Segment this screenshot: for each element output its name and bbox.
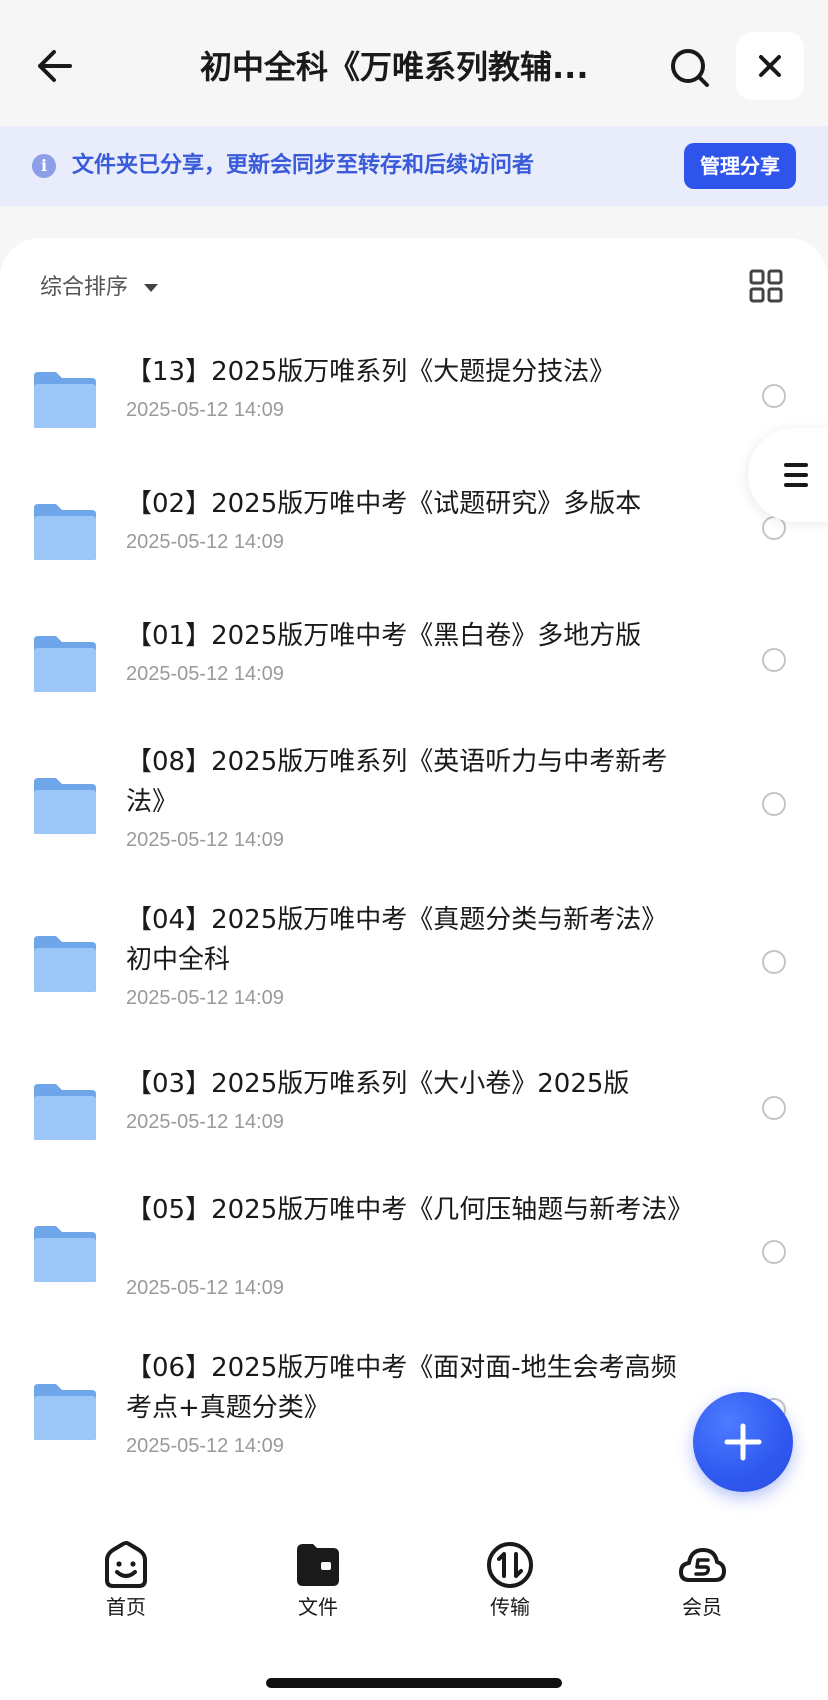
sort-label: 综合排序 — [40, 275, 129, 300]
list-item[interactable]: 【02】2025版万唯中考《试题研究》多版本 2025-05-12 14:09 — [0, 460, 828, 592]
folder-icon — [34, 504, 96, 560]
info-icon: i — [32, 154, 56, 178]
home-smile-icon — [105, 1541, 147, 1588]
list-item[interactable]: 【03】2025版万唯系列《大小卷》2025版 2025-05-12 14:09 — [0, 1040, 828, 1172]
folder-icon — [34, 1226, 96, 1282]
folder-icon — [297, 1544, 339, 1586]
tab-home[interactable]: 首页 — [66, 1540, 186, 1630]
back-button[interactable] — [28, 40, 80, 92]
file-name: 【08】2025版万唯系列《英语听力与中考新考法》 — [126, 747, 668, 817]
page-title: 初中全科《万唯系列教辅... — [200, 48, 589, 86]
folder-icon — [34, 778, 96, 834]
tab-transfer[interactable]: 传输 — [450, 1540, 570, 1630]
select-radio[interactable] — [762, 792, 786, 816]
file-date: 2025-05-12 14:09 — [126, 829, 284, 851]
folder-icon — [34, 1384, 96, 1440]
arrow-left-icon — [38, 50, 72, 82]
list-item[interactable]: 【08】2025版万唯系列《英语听力与中考新考法》 2025-05-12 14:… — [0, 724, 828, 882]
bottom-tab-bar: 首页 文件 传输 会员 — [0, 1528, 828, 1700]
tab-label: 传输 — [490, 1595, 530, 1619]
folder-icon — [34, 636, 96, 692]
file-name: 【02】2025版万唯中考《试题研究》多版本 — [126, 489, 642, 519]
tab-vip[interactable]: 会员 — [642, 1540, 762, 1630]
file-date: 2025-05-12 14:09 — [126, 663, 284, 685]
select-radio[interactable] — [762, 648, 786, 672]
file-name: 【13】2025版万唯系列《大题提分技法》 — [126, 357, 616, 387]
select-radio[interactable] — [762, 384, 786, 408]
tab-files[interactable]: 文件 — [258, 1540, 378, 1630]
search-button[interactable] — [664, 42, 716, 94]
list-item[interactable]: 【13】2025版万唯系列《大题提分技法》 2025-05-12 14:09 — [0, 328, 828, 460]
file-date: 2025-05-12 14:09 — [126, 399, 284, 421]
list-item[interactable]: 【04】2025版万唯中考《真题分类与新考法》初中全科 2025-05-12 1… — [0, 882, 828, 1040]
file-date: 2025-05-12 14:09 — [126, 1435, 284, 1457]
top-bar: 初中全科《万唯系列教辅... — [0, 0, 828, 126]
share-notice-text: 文件夹已分享，更新会同步至转存和后续访问者 — [72, 153, 535, 178]
file-date: 2025-05-12 14:09 — [126, 987, 284, 1009]
file-date: 2025-05-12 14:09 — [126, 1111, 284, 1133]
select-radio[interactable] — [762, 950, 786, 974]
home-indicator — [266, 1678, 562, 1688]
file-name: 【03】2025版万唯系列《大小卷》2025版 — [126, 1069, 630, 1099]
menu-icon — [784, 463, 808, 487]
folder-icon — [34, 1084, 96, 1140]
list-item[interactable]: 【01】2025版万唯中考《黑白卷》多地方版 2025-05-12 14:09 — [0, 592, 828, 724]
close-button[interactable] — [736, 32, 804, 100]
sort-dropdown[interactable]: 综合排序 — [40, 268, 159, 308]
add-button[interactable] — [693, 1392, 793, 1492]
close-icon — [759, 55, 781, 77]
search-icon — [671, 49, 709, 87]
tab-label: 首页 — [106, 1595, 146, 1619]
folder-icon — [34, 936, 96, 992]
file-name: 【05】2025版万唯中考《几何压轴题与新考法》 — [126, 1195, 694, 1225]
file-name: 【01】2025版万唯中考《黑白卷》多地方版 — [126, 621, 642, 651]
select-radio[interactable] — [762, 1096, 786, 1120]
tab-label: 文件 — [298, 1595, 338, 1619]
manage-share-button[interactable]: 管理分享 — [684, 143, 796, 189]
vip-cloud-icon — [679, 1548, 726, 1582]
file-name: 【06】2025版万唯中考《面对面-地生会考高频考点+真题分类》 — [126, 1353, 677, 1423]
file-date: 2025-05-12 14:09 — [126, 1277, 284, 1299]
grid-view-icon — [749, 269, 783, 303]
caret-down-icon — [144, 284, 159, 292]
tab-label: 会员 — [682, 1595, 722, 1619]
folder-icon — [34, 372, 96, 428]
plus-icon — [724, 1423, 762, 1461]
select-radio[interactable] — [762, 1240, 786, 1264]
file-name: 【04】2025版万唯中考《真题分类与新考法》初中全科 — [126, 905, 668, 975]
grid-view-button[interactable] — [748, 268, 784, 304]
transfer-icon — [487, 1542, 533, 1588]
list-item[interactable]: 【05】2025版万唯中考《几何压轴题与新考法》 2025-05-12 14:0… — [0, 1172, 828, 1330]
file-list-card: 综合排序 【13】2025版万唯系列《大题提分技法》 2025-05-12 14… — [0, 238, 828, 1528]
file-date: 2025-05-12 14:09 — [126, 531, 284, 553]
